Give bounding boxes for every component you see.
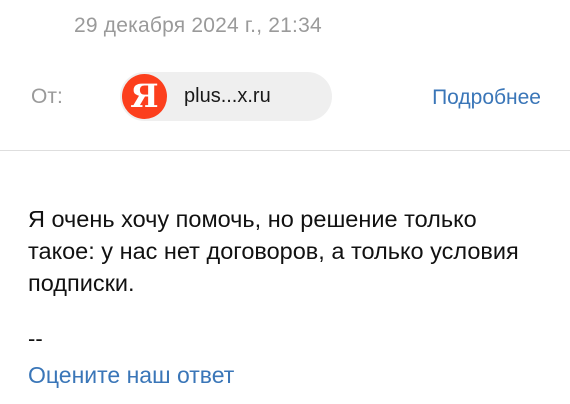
details-link[interactable]: Подробнее [432, 86, 541, 110]
yandex-logo-icon: Я [122, 74, 167, 119]
signature-separator: -- [28, 326, 43, 351]
rate-answer-link[interactable]: Оцените наш ответ [28, 362, 234, 389]
header-divider [0, 150, 570, 151]
message-date: 29 декабря 2024 г., 21:34 [74, 14, 322, 37]
sender-address: plus...x.ru [184, 85, 271, 107]
message-body: Я очень хочу помочь, но решение только т… [28, 206, 519, 296]
from-label: От: [31, 85, 63, 108]
sender-row: От: Я plus...x.ru Подробнее [0, 72, 570, 122]
sender-chip[interactable]: Я plus...x.ru [120, 72, 332, 121]
